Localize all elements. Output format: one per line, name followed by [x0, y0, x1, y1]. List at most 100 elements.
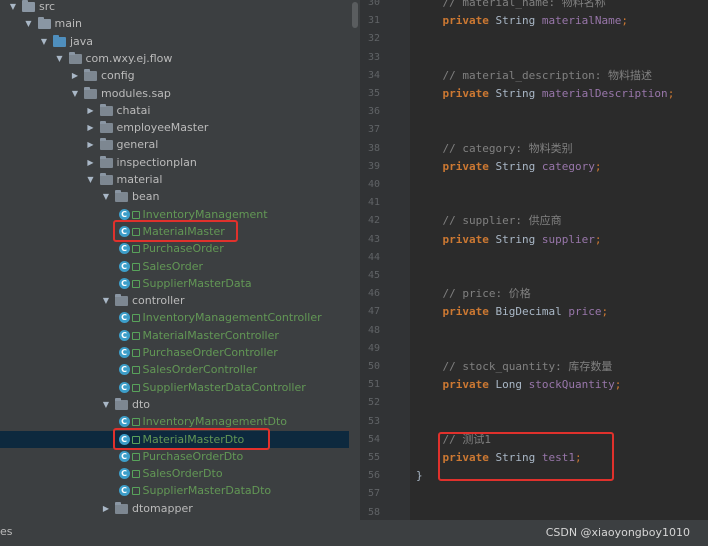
code-token: stockQuantity [528, 378, 615, 392]
watermark-text: CSDN @xiaoyongboy1010 [545, 526, 690, 539]
class-icon: C [118, 329, 130, 341]
tree-item-folder[interactable]: ▶ employeeMaster [0, 119, 360, 136]
expand-arrow-icon[interactable]: ▼ [8, 0, 18, 15]
code-line[interactable]: // material_name: 物料名称 [416, 0, 605, 11]
package-icon [99, 155, 113, 168]
code-token: // price: 价格 [416, 287, 531, 301]
expand-arrow-icon[interactable]: ▼ [24, 15, 34, 32]
package-icon [99, 173, 113, 185]
tree-item-label: general [116, 138, 159, 152]
tree-item-class[interactable]: C MaterialMasterController [0, 327, 360, 344]
tree-item-folder[interactable]: ▼ bean [0, 188, 360, 205]
tree-item-folder[interactable]: ▼ com.wxy.ej.flow [0, 50, 360, 67]
class-icon: C [118, 364, 130, 376]
tree-item-label: employeeMaster [116, 121, 209, 135]
code-line[interactable]: // material_description: 物料描述 [416, 67, 652, 84]
tree-item-class[interactable]: C PurchaseOrderController [0, 344, 360, 361]
tree-item-class[interactable]: C SalesOrder [0, 258, 360, 275]
expand-arrow-icon[interactable]: ▼ [101, 292, 111, 309]
tree-item-class[interactable]: C SalesOrderDto [0, 465, 360, 482]
line-number: 40 [367, 179, 380, 190]
highlight-box [112, 219, 238, 242]
tree-item-folder[interactable]: ▶ chatai [0, 102, 360, 119]
tree-item-label: MaterialMasterController [142, 328, 279, 342]
code-token: ; [594, 159, 602, 173]
tree-item-folder[interactable]: ▼ src [0, 0, 360, 15]
project-scrollbar-thumb[interactable] [352, 2, 358, 28]
code-line[interactable]: private String supplier; [416, 231, 602, 248]
code-line[interactable]: private String materialDescription; [416, 85, 675, 102]
code-line[interactable]: } [416, 467, 423, 484]
line-number: 41 [367, 197, 380, 209]
tree-item-label: src [39, 0, 56, 13]
expand-arrow-icon[interactable]: ▼ [55, 50, 65, 67]
line-number: 32 [367, 33, 380, 45]
tree-item-class[interactable]: C PurchaseOrderDto [0, 448, 360, 465]
code-token: ; [614, 378, 622, 392]
tree-item-class[interactable]: C InventoryManagementController [0, 309, 360, 326]
tree-item-label: inspectionplan [116, 155, 197, 169]
code-token: category [541, 159, 595, 173]
tree-item-label: SalesOrderController [142, 363, 258, 377]
code-token: supplier [541, 232, 595, 246]
tree-item-class[interactable]: C SupplierMasterDataDto [0, 482, 360, 499]
tree-item-label: PurchaseOrder [142, 242, 224, 256]
line-number: 39 [367, 160, 380, 172]
package-icon [115, 190, 128, 203]
line-number: 56 [367, 470, 380, 482]
code-line[interactable]: private String category; [416, 158, 602, 175]
tree-item-class[interactable]: C PurchaseOrder [0, 240, 360, 257]
collapse-arrow-icon[interactable]: ▶ [101, 500, 111, 517]
collapse-arrow-icon[interactable]: ▶ [86, 119, 96, 136]
code-line[interactable]: // supplier: 供应商 [416, 212, 561, 229]
tree-item-folder[interactable]: ▼ java [0, 33, 360, 50]
code-line[interactable]: // price: 价格 [416, 285, 531, 302]
collapse-arrow-icon[interactable]: ▶ [86, 102, 96, 119]
code-line[interactable]: private String materialName; [416, 12, 628, 29]
line-number: 44 [367, 251, 380, 263]
tree-item-folder[interactable]: ▼ modules.sap [0, 85, 360, 102]
tree-item-folder[interactable]: ▶ config [0, 67, 360, 84]
expand-arrow-icon[interactable]: ▼ [70, 85, 80, 102]
tree-item-class[interactable]: C SupplierMasterDataController [0, 379, 360, 396]
folder-icon [22, 0, 35, 12]
project-scrollbar-track[interactable] [349, 0, 360, 520]
expand-arrow-icon[interactable]: ▼ [101, 396, 111, 413]
code-line[interactable]: // category: 物料类别 [416, 140, 572, 157]
tree-item-folder[interactable]: ▼ main [0, 15, 360, 32]
code-line[interactable]: private Long stockQuantity; [416, 376, 622, 393]
tree-item-folder[interactable]: ▼ controller [0, 292, 360, 309]
access-lock-icon [131, 470, 140, 479]
access-lock-icon [131, 366, 140, 375]
code-token: private [442, 159, 489, 173]
code-line[interactable]: // stock_quantity: 库存数量 [416, 358, 612, 375]
expand-arrow-icon[interactable]: ▼ [39, 33, 49, 50]
collapse-arrow-icon[interactable]: ▶ [70, 67, 80, 84]
access-lock-icon [131, 245, 140, 254]
tree-item-label: InventoryManagementController [142, 311, 322, 325]
line-number: 53 [367, 415, 380, 427]
line-number: 30 [367, 0, 380, 8]
tree-item-folder[interactable]: ▶ inspectionplan [0, 154, 360, 171]
code-editor[interactable]: // material_name: 物料名称 private String ma… [410, 0, 708, 520]
class-icon: C [118, 208, 130, 220]
status-left-text: es [0, 525, 13, 538]
collapse-arrow-icon[interactable]: ▶ [86, 136, 96, 153]
code-line[interactable]: private BigDecimal price; [416, 303, 609, 320]
tree-item-folder[interactable]: ▶ general [0, 136, 360, 153]
code-token: materialDescription [541, 87, 668, 100]
package-icon [84, 86, 97, 99]
line-number: 31 [367, 15, 380, 27]
collapse-arrow-icon[interactable]: ▶ [86, 154, 96, 171]
tree-item-class[interactable]: C SupplierMasterData [0, 275, 360, 292]
expand-arrow-icon[interactable]: ▼ [101, 188, 111, 205]
tree-item-class[interactable]: C SalesOrderController [0, 361, 360, 378]
expand-arrow-icon[interactable]: ▼ [86, 171, 96, 188]
code-token: BigDecimal [488, 305, 569, 319]
line-number: 35 [367, 88, 380, 99]
tree-item-folder[interactable]: ▼ dto [0, 396, 360, 413]
tree-item-folder[interactable]: ▶ dtomapper [0, 500, 360, 517]
tree-item-folder[interactable]: ▼ material [0, 171, 360, 188]
